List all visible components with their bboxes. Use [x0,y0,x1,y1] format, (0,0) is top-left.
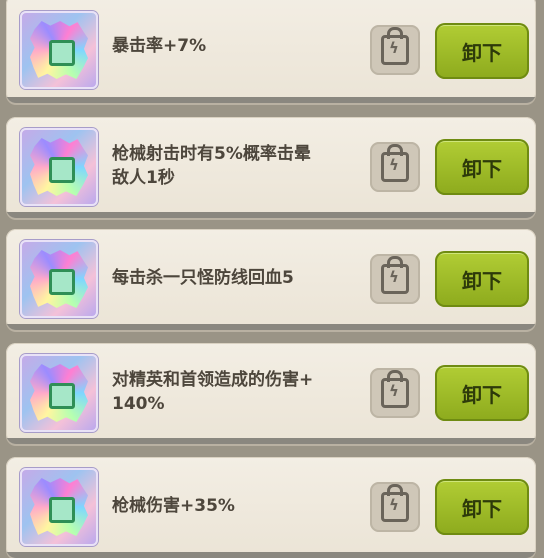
lock-button[interactable] [370,482,420,532]
unequip-button[interactable]: 卸下 [435,479,529,535]
skill-card: 枪械射击时有5%概率击晕 敌人1秒 卸下 [6,117,536,218]
unequip-button[interactable]: 卸下 [435,23,529,79]
lock-button[interactable] [370,25,420,75]
unequip-button[interactable]: 卸下 [435,251,529,307]
skill-description: 枪械伤害+35% [112,496,235,516]
skill-chip-icon [20,128,98,206]
skill-chip-icon [20,240,98,318]
skill-card: 每击杀一只怪防线回血5 卸下 [6,229,536,330]
lock-button[interactable] [370,142,420,192]
equipped-skill-list: 暴击率+7% 卸下 枪械射击时有5%概率击晕 敌人1秒 卸下 每击杀一只怪防线回… [0,0,544,558]
skill-description: 每击杀一只怪防线回血5 [112,268,294,288]
lock-icon [381,144,409,182]
lock-icon [381,370,409,408]
skill-card: 枪械伤害+35% 卸下 [6,457,536,558]
skill-card: 暴击率+7% 卸下 [6,0,536,103]
skill-description: 对精英和首领造成的伤害+ 140% [112,370,314,414]
lock-button[interactable] [370,254,420,304]
lock-icon [381,484,409,522]
skill-chip-icon [20,354,98,432]
lock-button[interactable] [370,368,420,418]
skill-description: 枪械射击时有5%概率击晕 敌人1秒 [112,144,311,188]
unequip-button[interactable]: 卸下 [435,139,529,195]
skill-description: 暴击率+7% [112,36,207,56]
lock-icon [381,27,409,65]
skill-chip-icon [20,468,98,546]
skill-card: 对精英和首领造成的伤害+ 140% 卸下 [6,343,536,444]
skill-chip-icon [20,11,98,89]
unequip-button[interactable]: 卸下 [435,365,529,421]
lock-icon [381,256,409,294]
